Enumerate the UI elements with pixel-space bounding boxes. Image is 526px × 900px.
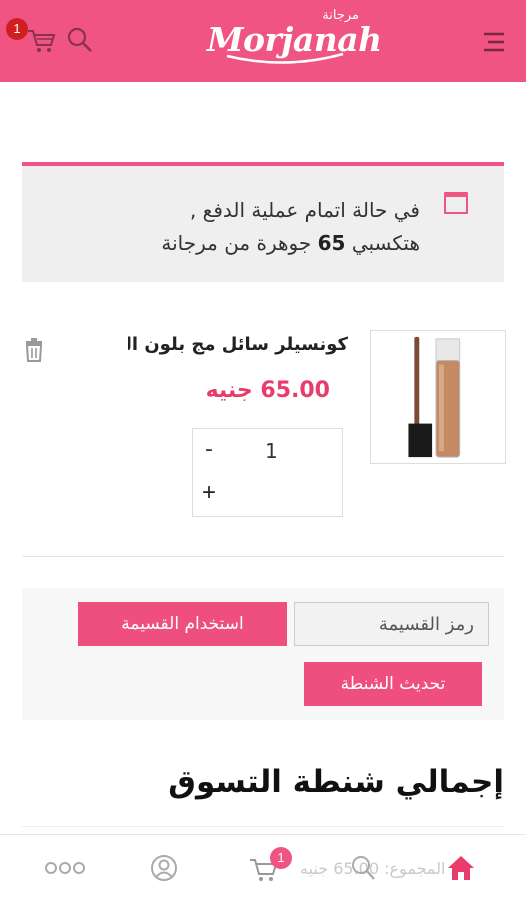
trash-icon[interactable] <box>23 338 45 362</box>
cart-count-badge: 1 <box>6 18 28 40</box>
calendar-icon <box>444 192 468 214</box>
quantity-stepper: - 1 + <box>192 428 343 517</box>
divider <box>22 556 504 557</box>
product-image[interactable] <box>370 330 506 464</box>
reward-line-1: في حالة اتمام عملية الدفع , <box>189 198 420 222</box>
cart-icon[interactable] <box>26 26 56 54</box>
reward-notice: في حالة اتمام عملية الدفع , هتكسبي 65 جو… <box>22 162 504 282</box>
coupon-code-input[interactable] <box>294 602 489 646</box>
update-cart-button[interactable]: تحديث الشنطة <box>304 662 482 706</box>
bottom-navigation: المجموع: 65.00 جنيه 1 <box>0 834 526 900</box>
cart-totals-title: إجمالي شنطة التسوق <box>168 764 504 800</box>
menu-icon[interactable] <box>480 30 508 54</box>
cart-count-badge: 1 <box>270 847 292 869</box>
more-icon[interactable] <box>44 853 86 883</box>
reward-prefix: هتكسبي <box>351 231 420 255</box>
reward-text: في حالة اتمام عملية الدفع , هتكسبي 65 جو… <box>90 194 420 260</box>
divider <box>22 826 504 827</box>
reward-points: 65 <box>317 231 346 255</box>
apply-coupon-button[interactable]: استخدام القسيمة <box>78 602 287 646</box>
concealer-bottle-illustration <box>408 336 461 458</box>
quantity-increase-button[interactable]: + <box>202 479 216 507</box>
product-price: 65.00 جنيه <box>205 378 330 403</box>
logo-swoosh <box>226 52 344 64</box>
profile-icon[interactable] <box>150 853 178 883</box>
home-icon[interactable] <box>446 853 476 883</box>
brand-logo[interactable]: مرجانة Morjanah <box>195 6 382 68</box>
search-icon[interactable] <box>350 853 376 883</box>
search-icon[interactable] <box>66 26 94 54</box>
quantity-decrease-button[interactable]: - <box>205 437 213 462</box>
reward-suffix: جوهرة من مرجانة <box>161 231 312 255</box>
product-name[interactable]: كونسيلر سائل مج بلون القهوة رقم 1 <box>128 334 348 362</box>
quantity-value[interactable]: 1 <box>265 439 278 463</box>
reward-line-2: هتكسبي 65 جوهرة من مرجانة <box>90 227 420 260</box>
app-header: مرجانة Morjanah 1 <box>0 0 526 82</box>
